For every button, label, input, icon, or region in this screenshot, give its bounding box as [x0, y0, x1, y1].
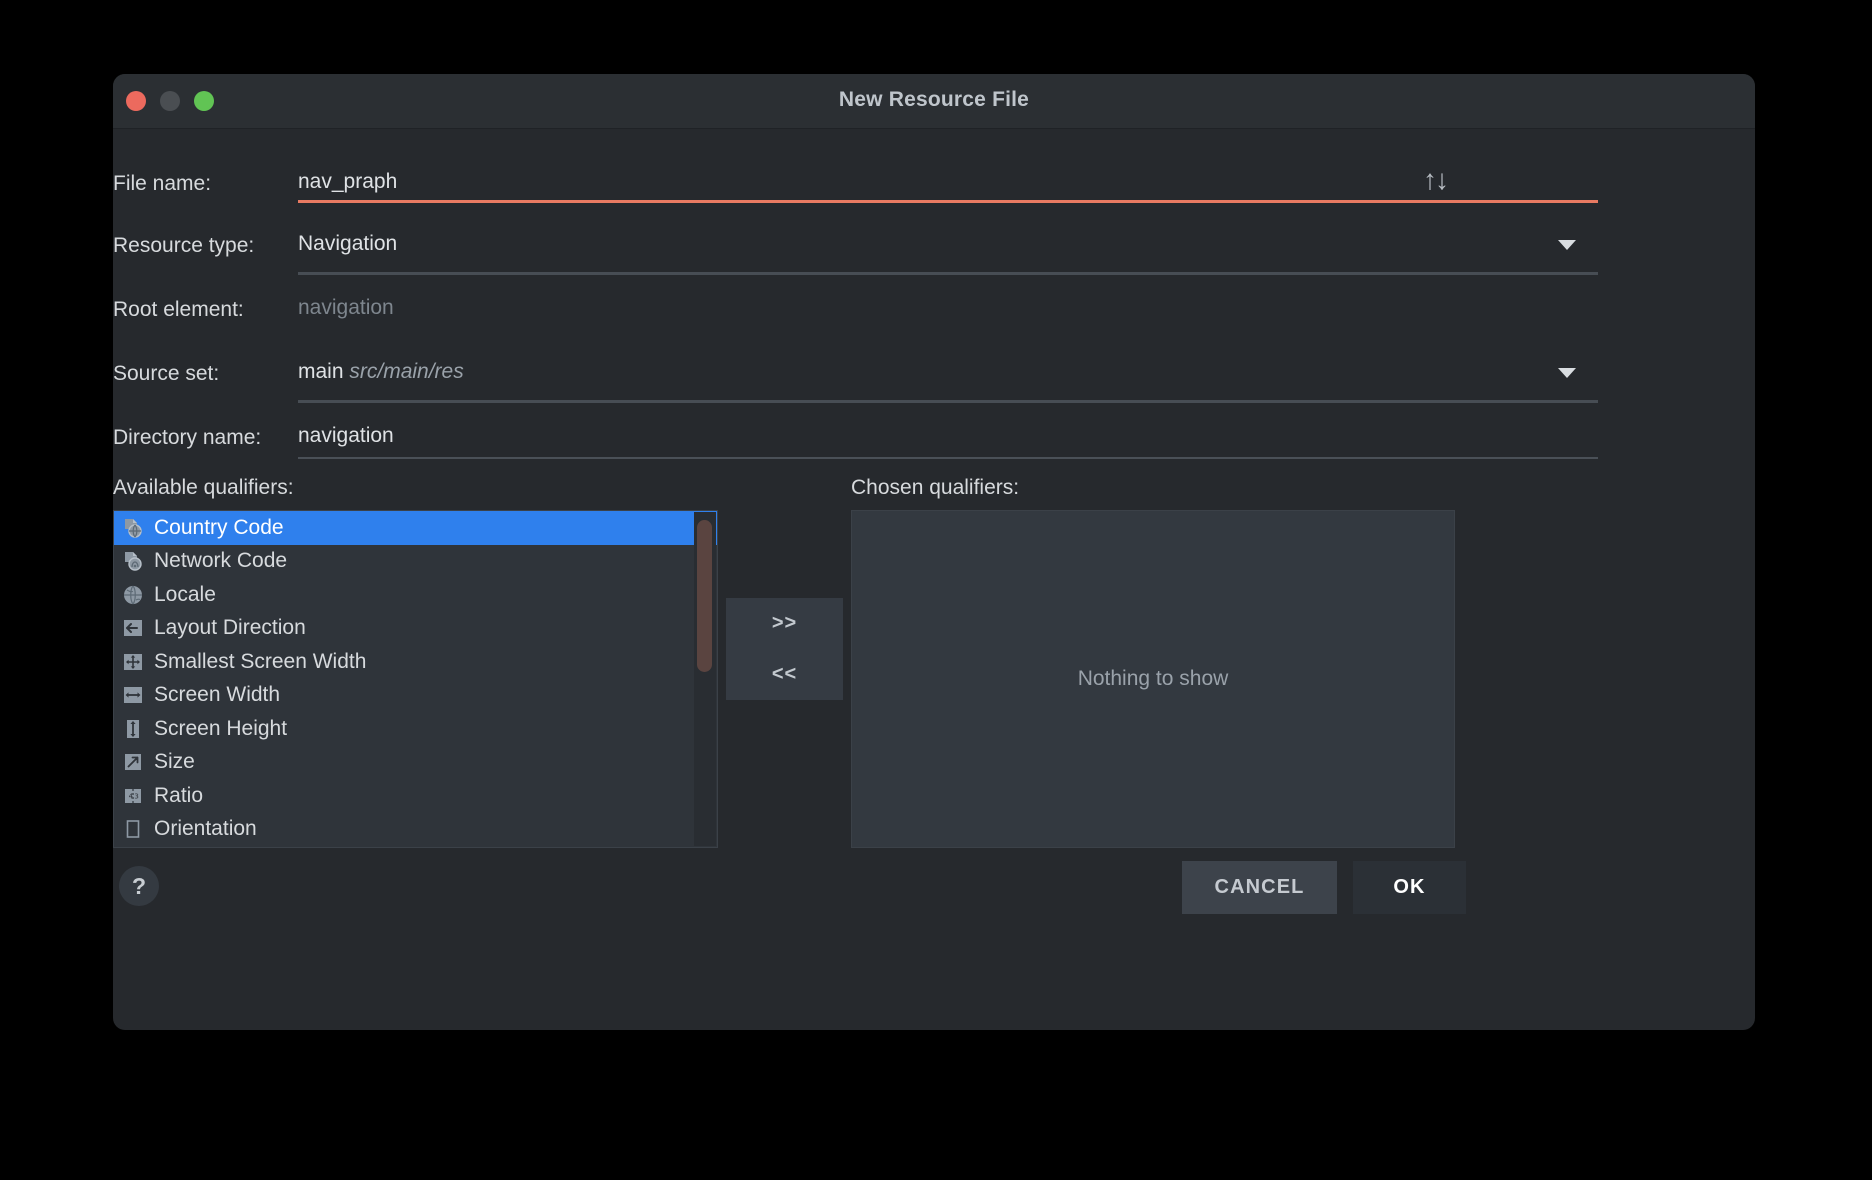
chevron-down-icon[interactable]: [1558, 368, 1576, 378]
dialog-titlebar: New Resource File: [113, 74, 1755, 129]
sort-toggle-icon[interactable]: ↑↓: [1423, 166, 1449, 194]
source-set-label: Source set:: [113, 362, 220, 385]
source-set-underline: [298, 400, 1598, 403]
resource-type-dropdown[interactable]: Navigation: [298, 232, 1598, 275]
list-item[interactable]: Size: [114, 746, 717, 780]
list-item[interactable]: Orientation: [114, 813, 717, 847]
file-name-field[interactable]: nav_praph: [298, 170, 1598, 203]
available-qualifiers-label: Available qualifiers:: [113, 476, 294, 499]
add-qualifier-button[interactable]: >>: [726, 598, 843, 649]
new-resource-file-dialog: New Resource File File name: nav_praph ↑…: [113, 74, 1755, 1030]
list-item[interactable]: Country Code: [114, 511, 717, 545]
locale-globe-icon: [122, 584, 144, 606]
source-set-value-wrap: main src/main/res: [298, 360, 1598, 384]
ratio-icon: 4 3: [122, 785, 144, 807]
list-item[interactable]: Network Code: [114, 545, 717, 579]
screen: New Resource File File name: nav_praph ↑…: [0, 0, 1872, 1180]
list-item-label: Smallest Screen Width: [154, 649, 367, 673]
resource-type-value: Navigation: [298, 232, 398, 255]
resource-type-label: Resource type:: [113, 234, 255, 257]
layout-direction-icon: [122, 617, 144, 639]
file-name-underline: [298, 200, 1598, 203]
screen-height-icon: [122, 718, 144, 740]
root-element-field[interactable]: navigation: [298, 296, 1598, 320]
available-qualifiers-list[interactable]: Country Code Network Code Locale Layout …: [113, 510, 718, 848]
list-item-label: Ratio: [154, 783, 204, 807]
dialog-title: New Resource File: [838, 88, 1030, 111]
chevron-down-icon[interactable]: [1558, 240, 1576, 250]
list-item-label: Orientation: [154, 817, 257, 841]
source-set-value: main: [298, 360, 344, 383]
country-code-icon: [122, 517, 144, 539]
list-item[interactable]: Screen Width: [114, 679, 717, 713]
directory-name-value: navigation: [298, 424, 394, 447]
list-item[interactable]: Locale: [114, 578, 717, 612]
size-icon: [122, 751, 144, 773]
scrollbar-thumb[interactable]: [697, 520, 712, 672]
help-button[interactable]: ?: [119, 866, 159, 906]
chosen-qualifiers-label: Chosen qualifiers:: [851, 476, 1020, 499]
list-item-label: Layout Direction: [154, 616, 306, 640]
list-item-label: Country Code: [154, 515, 284, 539]
remove-qualifier-button[interactable]: <<: [726, 649, 843, 700]
screen-width-icon: [122, 684, 144, 706]
transfer-buttons: >> <<: [726, 598, 843, 700]
resource-type-underline: [298, 272, 1598, 275]
network-code-icon: [122, 550, 144, 572]
ok-button[interactable]: OK: [1353, 861, 1466, 914]
available-list-scrollbar[interactable]: [694, 512, 716, 846]
list-item[interactable]: Screen Height: [114, 712, 717, 746]
dialog-body: File name: nav_praph ↑↓ Resource type: N…: [113, 128, 1755, 1030]
root-element-label: Root element:: [113, 298, 244, 321]
list-item-label: Screen Width: [154, 683, 281, 707]
list-item[interactable]: 4 3 Ratio: [114, 779, 717, 813]
list-item-label: Screen Height: [154, 716, 288, 740]
svg-text:3: 3: [134, 792, 138, 800]
directory-name-underline: [298, 457, 1598, 459]
smallest-screen-width-icon: [122, 651, 144, 673]
chosen-qualifiers-list[interactable]: Nothing to show: [851, 510, 1455, 848]
svg-text:4: 4: [129, 792, 134, 800]
list-item[interactable]: Smallest Screen Width: [114, 645, 717, 679]
available-qualifiers-items: Country Code Network Code Locale Layout …: [114, 511, 717, 846]
file-name-value: nav_praph: [298, 170, 398, 193]
source-set-path: src/main/res: [349, 360, 464, 383]
list-item[interactable]: Layout Direction: [114, 612, 717, 646]
file-name-label: File name:: [113, 172, 212, 195]
root-element-value: navigation: [298, 296, 394, 319]
orientation-icon: [122, 818, 144, 840]
list-item-label: Network Code: [154, 549, 288, 573]
directory-name-field[interactable]: navigation: [298, 424, 1598, 459]
source-set-dropdown[interactable]: main src/main/res: [298, 360, 1598, 403]
cancel-button[interactable]: CANCEL: [1182, 861, 1337, 914]
chosen-empty-message: Nothing to show: [1077, 667, 1229, 690]
list-item-label: Locale: [154, 582, 216, 606]
list-item-label: Size: [154, 750, 195, 774]
directory-name-label: Directory name:: [113, 426, 262, 449]
